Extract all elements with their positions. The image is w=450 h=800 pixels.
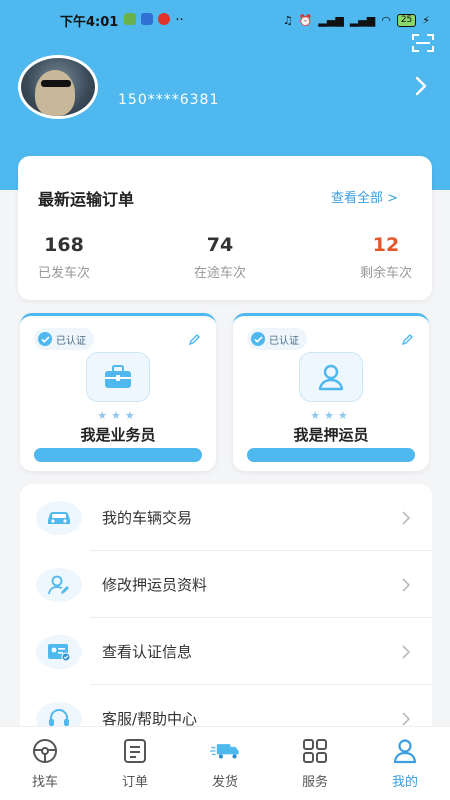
role-card-salesperson[interactable]: 已认证 ★★★ 我是业务员	[20, 313, 216, 471]
profile-icon	[390, 737, 420, 765]
wifi-icon: ◠	[381, 13, 391, 27]
truck-icon	[210, 737, 240, 765]
user-edit-icon	[36, 567, 82, 602]
tab-orders[interactable]: 订单	[90, 727, 180, 800]
menu-list: 我的车辆交易 修改押运员资料 查看认证信息 客服/帮助中心	[20, 484, 432, 754]
chevron-right-icon	[402, 577, 410, 592]
more-dots-icon: ··	[175, 12, 184, 28]
stat-remaining[interactable]: 12 剩余车次	[360, 234, 412, 281]
role-name: 我是押运员	[293, 426, 369, 444]
menu-item-edit-escort-profile[interactable]: 修改押运员资料	[20, 551, 432, 618]
document-icon	[120, 737, 150, 765]
bottom-tab-bar: 找车 订单 发货 服务 我的	[0, 726, 450, 800]
rating-stars: ★★★	[310, 409, 352, 422]
notification-app-icon	[141, 12, 154, 25]
avatar-glasses	[41, 80, 71, 87]
signal-icon: ▂▄▆	[349, 13, 376, 27]
role-card-escort[interactable]: 已认证 ★★★ 我是押运员	[233, 313, 429, 471]
weibo-icon	[158, 12, 171, 25]
chevron-right-icon[interactable]	[414, 76, 428, 96]
grid-icon	[300, 737, 330, 765]
mute-icon: ♫	[282, 13, 293, 27]
id-card-icon	[36, 634, 82, 669]
battery-icon: 25	[396, 13, 417, 27]
notification-app-icon	[124, 12, 137, 25]
stat-in-transit[interactable]: 74 在途车次	[194, 234, 246, 281]
tab-ship[interactable]: 发货	[180, 727, 270, 800]
check-icon	[38, 332, 52, 346]
status-bar: 下午4:01 ·· ♫ ⏰ ▂▄▆ ▂▄▆ ◠ 25 ⚡	[0, 0, 450, 40]
tab-mine[interactable]: 我的	[360, 727, 450, 800]
phone-number: 150****6381	[118, 92, 220, 108]
role-name: 我是业务员	[80, 426, 156, 444]
avatar-bear	[35, 70, 75, 116]
tab-services[interactable]: 服务	[270, 727, 360, 800]
scan-icon[interactable]	[412, 34, 434, 52]
signal-icon: ▂▄▆	[318, 13, 344, 27]
status-time: 下午4:01	[60, 14, 119, 30]
menu-item-vehicle-trade[interactable]: 我的车辆交易	[20, 484, 432, 551]
check-icon	[251, 332, 265, 346]
menu-item-certification-info[interactable]: 查看认证信息	[20, 618, 432, 685]
edit-icon[interactable]	[188, 332, 202, 346]
role-bar	[34, 448, 202, 462]
orders-title: 最新运输订单	[38, 190, 135, 209]
tab-find-vehicle[interactable]: 找车	[0, 727, 90, 800]
steering-wheel-icon	[30, 737, 60, 765]
role-bar	[247, 448, 415, 462]
edit-icon[interactable]	[401, 332, 415, 346]
chevron-right-icon	[402, 644, 410, 659]
verified-badge: 已认证	[34, 328, 94, 350]
stat-dispatched[interactable]: 168 已发车次	[38, 234, 90, 281]
avatar[interactable]	[18, 55, 98, 119]
view-all-link[interactable]: 查看全部 >	[331, 187, 398, 206]
chevron-right-icon	[402, 510, 410, 525]
charging-icon: ⚡	[422, 13, 430, 27]
user-icon	[299, 352, 363, 402]
verified-badge: 已认证	[247, 328, 307, 350]
car-icon	[36, 500, 82, 535]
chevron-right-icon	[402, 711, 410, 726]
latest-orders-card: 最新运输订单 查看全部 > 168 已发车次 74 在途车次 12 剩余车次	[18, 156, 432, 300]
alarm-icon: ⏰	[298, 13, 313, 27]
briefcase-icon	[86, 352, 150, 402]
rating-stars: ★★★	[97, 409, 139, 422]
